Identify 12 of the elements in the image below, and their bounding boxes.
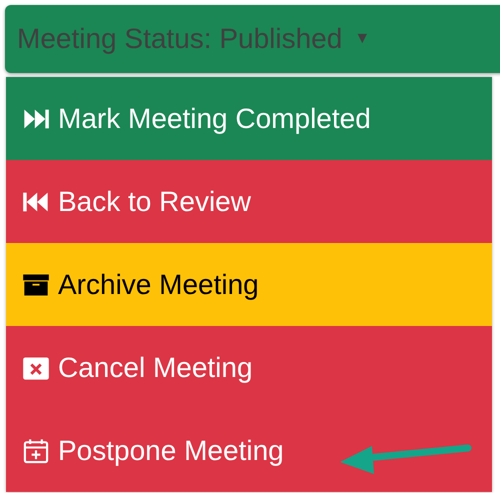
menu-item[interactable]: Archive Meeting [6, 243, 492, 326]
menu-item[interactable]: Mark Meeting Completed [6, 77, 492, 160]
menu-item-label: Mark Meeting Completed [58, 102, 371, 136]
menu-item[interactable]: Cancel Meeting [6, 326, 492, 409]
calendar-plus-icon [22, 436, 50, 464]
menu-item-label: Archive Meeting [58, 268, 259, 302]
meeting-status-dropdown[interactable]: Meeting Status: Published ▼ [5, 5, 500, 73]
menu-item[interactable]: Back to Review [6, 160, 492, 243]
menu-item-label: Postpone Meeting [58, 434, 284, 468]
menu-item-label: Back to Review [58, 184, 251, 218]
menu-item-label: Cancel Meeting [58, 350, 253, 385]
menu-item[interactable]: Postpone Meeting [6, 409, 492, 492]
